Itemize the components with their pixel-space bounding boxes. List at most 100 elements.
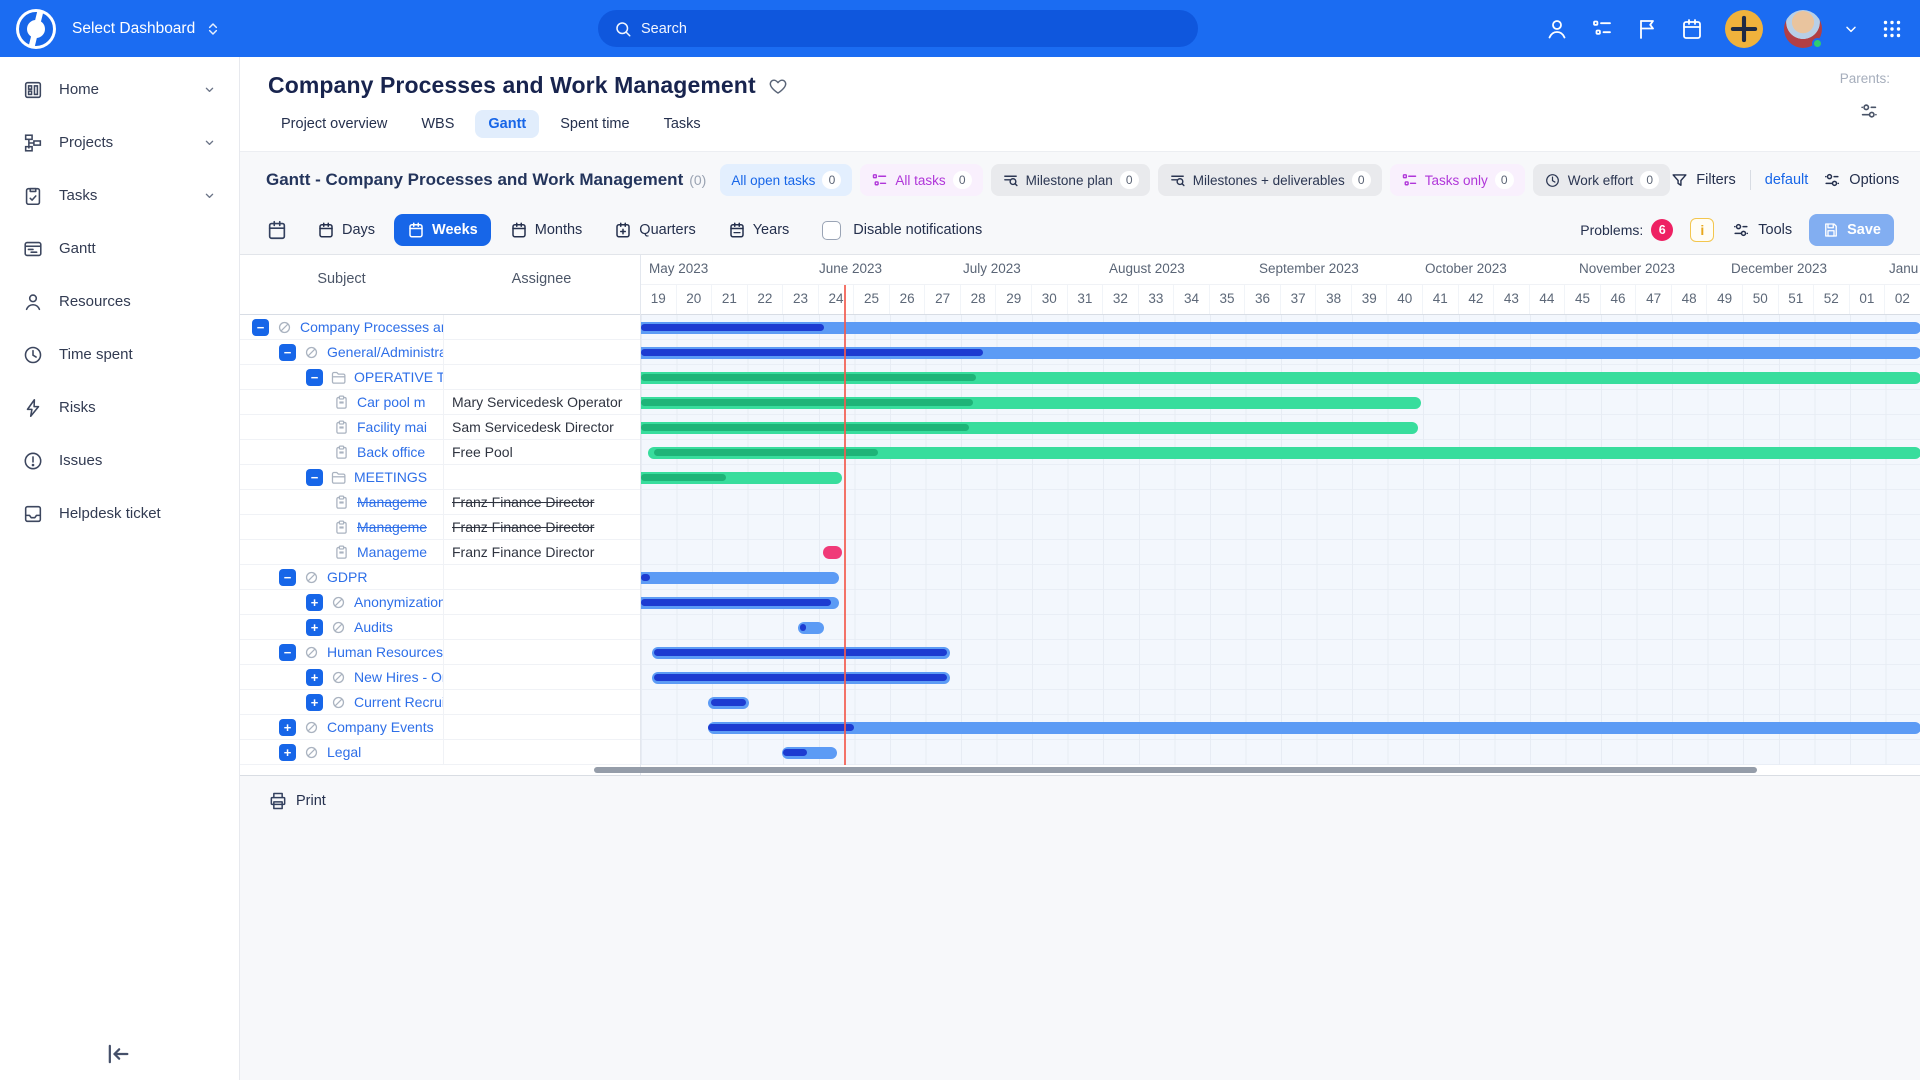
task-subject-link[interactable]: GDPR: [327, 569, 367, 585]
table-row[interactable]: + Current Recruit: [240, 690, 640, 715]
save-button[interactable]: Save: [1809, 214, 1894, 246]
calendar-icon[interactable]: [1680, 17, 1704, 41]
filter-chip-tasks-only[interactable]: Tasks only0: [1390, 164, 1525, 196]
sidebar-item-resources[interactable]: Resources: [0, 275, 239, 328]
table-row[interactable]: + Audits: [240, 615, 640, 640]
tab-spent-time[interactable]: Spent time: [547, 110, 642, 138]
expand-collapse-button[interactable]: −: [279, 644, 296, 661]
table-row[interactable]: + Legal: [240, 740, 640, 765]
table-row[interactable]: + Anonymization: [240, 590, 640, 615]
task-subject-link[interactable]: Manageme: [357, 494, 427, 510]
gantt-bar[interactable]: [782, 747, 837, 759]
sidebar-item-issues[interactable]: Issues: [0, 434, 239, 487]
gantt-bar[interactable]: [641, 572, 839, 584]
task-subject-link[interactable]: General/Administra: [327, 344, 443, 360]
print-label[interactable]: Print: [296, 793, 326, 809]
gantt-bar[interactable]: [641, 372, 1920, 384]
table-row[interactable]: Facility maiSam Servicedesk Director: [240, 415, 640, 440]
chevron-down-icon[interactable]: [1843, 17, 1859, 41]
gantt-bar[interactable]: [823, 546, 842, 559]
table-row[interactable]: Back officeFree Pool: [240, 440, 640, 465]
gantt-bar[interactable]: [652, 672, 950, 684]
gantt-bar[interactable]: [641, 422, 1418, 434]
expand-collapse-button[interactable]: −: [252, 319, 269, 336]
expand-collapse-button[interactable]: −: [306, 369, 323, 386]
filter-chip-work-effort[interactable]: Work effort0: [1533, 164, 1671, 196]
task-subject-link[interactable]: Manageme: [357, 544, 427, 560]
flag-icon[interactable]: [1635, 17, 1659, 41]
task-subject-link[interactable]: Facility mai: [357, 419, 427, 435]
sidebar-item-time-spent[interactable]: Time spent: [0, 328, 239, 381]
gantt-bar[interactable]: [708, 722, 1920, 734]
table-row[interactable]: + Company Events: [240, 715, 640, 740]
expand-collapse-button[interactable]: −: [279, 569, 296, 586]
table-row[interactable]: − GDPR: [240, 565, 640, 590]
gantt-bar[interactable]: [641, 347, 1920, 359]
horizontal-scrollbar[interactable]: [594, 767, 1757, 773]
scale-weeks[interactable]: Weeks: [394, 214, 491, 246]
table-row[interactable]: − Company Processes and: [240, 315, 640, 340]
expand-expand-button[interactable]: +: [306, 594, 323, 611]
table-row[interactable]: −MEETINGS: [240, 465, 640, 490]
filter-chip-milestone-plan[interactable]: Milestone plan0: [991, 164, 1150, 196]
scale-months[interactable]: Months: [497, 214, 596, 246]
task-subject-link[interactable]: Anonymization: [354, 594, 443, 610]
assignee-column-header[interactable]: Assignee: [443, 271, 640, 287]
gantt-bar[interactable]: [652, 647, 950, 659]
table-row[interactable]: − Human Resources: [240, 640, 640, 665]
task-subject-link[interactable]: Company Processes and: [300, 319, 443, 335]
filter-chip-milestones-deliverables[interactable]: Milestones + deliverables0: [1158, 164, 1382, 196]
printer-icon[interactable]: [268, 791, 288, 811]
app-logo-icon[interactable]: [16, 9, 56, 49]
task-subject-link[interactable]: Back office: [357, 444, 425, 460]
task-subject-link[interactable]: Human Resources: [327, 644, 443, 660]
sidebar-item-tasks[interactable]: Tasks: [0, 169, 239, 222]
tools-button[interactable]: Tools: [1731, 220, 1792, 240]
task-subject-link[interactable]: Current Recruit: [354, 694, 443, 710]
calendar-icon[interactable]: [266, 219, 288, 241]
scale-years[interactable]: Years: [715, 214, 803, 246]
task-subject-link[interactable]: Legal: [327, 744, 361, 760]
task-subject-link[interactable]: Company Events: [327, 719, 434, 735]
task-subject-link[interactable]: Audits: [354, 619, 393, 635]
search-input[interactable]: Search: [598, 10, 1198, 47]
disable-notifications-toggle[interactable]: Disable notifications: [822, 221, 982, 240]
task-subject-link[interactable]: MEETINGS: [354, 469, 427, 485]
task-subject-link[interactable]: Manageme: [357, 519, 427, 535]
expand-expand-button[interactable]: +: [306, 694, 323, 711]
tab-project-overview[interactable]: Project overview: [268, 110, 400, 138]
sidebar-item-home[interactable]: Home: [0, 63, 239, 116]
scale-quarters[interactable]: Quarters: [601, 214, 708, 246]
scale-days[interactable]: Days: [304, 214, 388, 246]
table-row[interactable]: − OPERATIVE TAS: [240, 365, 640, 390]
task-subject-link[interactable]: Car pool m: [357, 394, 425, 410]
sidebar-item-helpdesk-ticket[interactable]: Helpdesk ticket: [0, 487, 239, 540]
add-button[interactable]: [1725, 10, 1763, 48]
filters-button[interactable]: Filters: [1670, 171, 1735, 190]
dashboard-selector[interactable]: Select Dashboard: [72, 20, 221, 38]
expand-expand-button[interactable]: +: [306, 619, 323, 636]
table-row[interactable]: + New Hires - Onl: [240, 665, 640, 690]
table-row[interactable]: ManagemeFranz Finance Director: [240, 490, 640, 515]
user-avatar[interactable]: [1784, 10, 1822, 48]
task-subject-link[interactable]: New Hires - Onl: [354, 669, 443, 685]
expand-expand-button[interactable]: +: [279, 744, 296, 761]
task-subject-link[interactable]: OPERATIVE TAS: [354, 369, 443, 385]
default-filter-link[interactable]: default: [1765, 172, 1809, 188]
expand-expand-button[interactable]: +: [279, 719, 296, 736]
filter-chip-all-tasks[interactable]: All tasks0: [860, 164, 982, 196]
sidebar-collapse-icon[interactable]: [104, 1040, 132, 1068]
table-row[interactable]: Car pool mMary Servicedesk Operator: [240, 390, 640, 415]
info-button[interactable]: i: [1690, 218, 1714, 242]
tab-wbs[interactable]: WBS: [408, 110, 467, 138]
header-options-icon[interactable]: [1858, 100, 1880, 122]
expand-expand-button[interactable]: +: [306, 669, 323, 686]
subject-column-header[interactable]: Subject: [240, 271, 443, 287]
apps-grid-icon[interactable]: [1880, 17, 1904, 41]
table-row[interactable]: ManagemeFranz Finance Director: [240, 515, 640, 540]
user-icon[interactable]: [1545, 17, 1569, 41]
sidebar-item-risks[interactable]: Risks: [0, 381, 239, 434]
table-row[interactable]: ManagemeFranz Finance Director: [240, 540, 640, 565]
gantt-bar[interactable]: [641, 472, 842, 484]
tab-gantt[interactable]: Gantt: [475, 110, 539, 138]
